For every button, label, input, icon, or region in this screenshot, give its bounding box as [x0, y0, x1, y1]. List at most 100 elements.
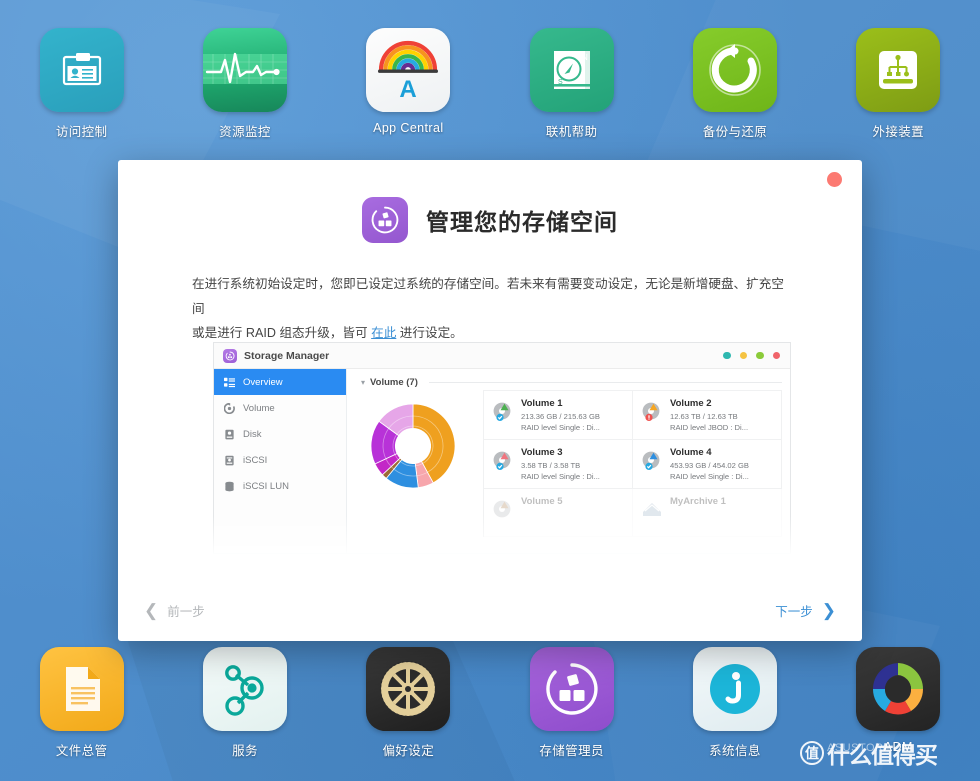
sm-title-bar: Storage Manager [214, 343, 790, 369]
sm-section-header[interactable]: ▾ Volume (7) [361, 377, 782, 388]
desktop-icon-label: ADM [883, 740, 913, 754]
desktop-icon-external-device[interactable]: 外接装置 [836, 28, 960, 140]
description-line-2-pre: 或是进行 RAID 组态升级，皆可 [192, 326, 372, 341]
access-control-icon [39, 28, 124, 112]
sm-sidebar-item-iscsi-lun[interactable]: iSCSI LUN [214, 473, 346, 499]
desktop-icon-label: 资源监控 [219, 125, 271, 139]
storage-manager-icon [529, 647, 614, 731]
volume-card[interactable]: MyArchive 1 [633, 489, 782, 537]
volume-details: MyArchive 1 [670, 496, 726, 510]
desktop-icon-storage-manager[interactable]: 存储管理员 [510, 647, 634, 759]
external-device-icon [856, 28, 941, 112]
preferences-gear-icon [366, 647, 451, 731]
chevron-up-icon: ▾ [361, 378, 366, 387]
online-help-icon: N S [529, 28, 614, 112]
divider [428, 382, 782, 383]
sm-window-dot[interactable] [723, 351, 731, 360]
volume-details: Volume 3 3.58 TB / 3.58 TB RAID level Sing… [521, 447, 600, 481]
volume-name: Volume 3 [521, 447, 563, 458]
svg-text:A: A [400, 76, 417, 100]
next-step-button[interactable]: 下一步 ❯ [775, 601, 836, 620]
sm-sidebar-item-label: iSCSI LUN [243, 480, 289, 492]
desktop-icon-services[interactable]: 服务 [183, 647, 307, 759]
wizard-header: 管理您的存储空间 [118, 197, 862, 243]
close-icon[interactable] [827, 172, 842, 187]
desktop-icon-label: 访问控制 [55, 125, 108, 139]
volume-raid-level: RAID level Single : Di... [521, 472, 600, 481]
system-information-icon [692, 647, 777, 731]
sm-sidebar-item-label: iSCSI [243, 454, 268, 466]
desktop-icon-online-help[interactable]: N S 联机帮助 [510, 28, 634, 140]
file-explorer-icon [39, 647, 124, 731]
disk-icon [224, 429, 235, 440]
page-title: 管理您的存储空间 [426, 209, 618, 235]
next-step-label: 下一步 [775, 604, 813, 619]
svg-text:N: N [582, 53, 588, 62]
sm-window-dot[interactable] [739, 351, 747, 360]
storage-manager-icon [362, 197, 408, 243]
volume-disk-icon [492, 449, 514, 471]
desktop-icon-access-control[interactable]: 访问控制 [20, 28, 144, 140]
settings-link[interactable]: 在此 [371, 326, 396, 340]
sm-sidebar-item-volume[interactable]: Volume [214, 395, 346, 421]
chevron-right-icon: ❯ [821, 600, 836, 620]
desktop-icon-label: 联机帮助 [545, 125, 598, 139]
sm-window-controls[interactable] [723, 351, 780, 360]
volume-card[interactable]: Volume 2 12.63 TB / 12.63 TB RAID level JB… [633, 391, 782, 440]
desktop-icon-label: 偏好设定 [382, 744, 435, 758]
sm-sidebar: Overview Volume Disk iSCSI iSCSI LUN [214, 369, 347, 553]
volume-name: Volume 4 [670, 447, 712, 458]
volume-name: Volume 1 [521, 398, 563, 409]
sm-sidebar-item-overview[interactable]: Overview [214, 369, 346, 395]
desktop-icon-label: 外接装置 [872, 125, 925, 139]
sm-sidebar-item-iscsi[interactable]: iSCSI [214, 447, 346, 473]
sm-sidebar-item-label: Disk [243, 428, 262, 440]
resource-monitor-icon [202, 28, 287, 112]
volume-name: MyArchive 1 [670, 496, 726, 507]
previous-step-button[interactable]: ❮ 前一步 [144, 601, 205, 620]
sm-window-dot[interactable] [772, 351, 780, 360]
storage-manager-icon [223, 348, 237, 363]
sm-window-title: Storage Manager [244, 349, 330, 362]
previous-step-label: 前一步 [167, 604, 205, 619]
volume-details: Volume 4 453.93 GB / 454.02 GB RAID level … [670, 447, 749, 481]
desktop-icon-label: 服务 [232, 744, 258, 758]
volume-usage-donut-chart [361, 390, 473, 537]
volume-card[interactable]: Volume 1 213.36 GB / 215.63 GB RAID level … [484, 391, 633, 440]
iscsi-lun-icon [224, 481, 235, 492]
volume-details: Volume 1 213.36 GB / 215.63 GB RAID level … [521, 398, 600, 432]
volume-card-grid: Volume 1 213.36 GB / 215.63 GB RAID level … [483, 390, 782, 537]
storage-wizard-dialog: 管理您的存储空间 在进行系统初始设定时，您即已设定过系统的存储空间。若未来有需要… [118, 160, 862, 641]
volume-capacity: 12.63 TB / 12.63 TB [670, 412, 738, 421]
sm-sidebar-item-disk[interactable]: Disk [214, 421, 346, 447]
wizard-footer: ❮ 前一步 下一步 ❯ [118, 579, 862, 641]
volume-card[interactable]: Volume 4 453.93 GB / 454.02 GB RAID level … [633, 440, 782, 489]
desktop-icon-file-explorer[interactable]: 文件总管 [20, 647, 144, 759]
description-line-1: 在进行系统初始设定时，您即已设定过系统的存储空间。若未来有需要变动设定，无论是新… [192, 277, 784, 316]
desktop-icon-adm[interactable]: ADM [836, 647, 960, 754]
volume-card[interactable]: Volume 5 [484, 489, 633, 537]
desktop-icon-label: App Central [373, 121, 444, 135]
desktop-icon-backup-restore[interactable]: 备份与还原 [673, 28, 797, 140]
desktop-icon-row-top: 访问控制 资源监控 A App Central N S 联机帮助 备份与还原 外… [0, 28, 980, 140]
volume-card[interactable]: Volume 3 3.58 TB / 3.58 TB RAID level Sing… [484, 440, 633, 489]
chevron-left-icon: ❮ [144, 600, 159, 620]
description-line-2-post: 进行设定。 [396, 326, 463, 341]
desktop-icon-label: 备份与还原 [702, 125, 768, 139]
volume-capacity: 213.36 GB / 215.63 GB [521, 412, 600, 421]
desktop-icon-system-information[interactable]: 系统信息 [673, 647, 797, 759]
myarchive-icon [641, 498, 663, 520]
desktop-icon-resource-monitor[interactable]: 资源监控 [183, 28, 307, 140]
services-icon [202, 647, 287, 731]
volume-icon [224, 402, 235, 414]
wizard-description: 在进行系统初始设定时，您即已设定过系统的存储空间。若未来有需要变动设定，无论是新… [192, 272, 788, 346]
desktop-icon-preferences[interactable]: 偏好设定 [346, 647, 470, 759]
desktop-icon-label: 存储管理员 [539, 744, 604, 758]
volume-disk-icon [641, 400, 663, 422]
volume-disk-icon [492, 400, 514, 422]
svg-text:S: S [558, 79, 563, 86]
sm-window-dot[interactable] [756, 351, 764, 360]
desktop-icon-app-central[interactable]: A App Central [346, 28, 470, 135]
volume-disk-icon [492, 498, 514, 520]
desktop: 访问控制 资源监控 A App Central N S 联机帮助 备份与还原 外… [0, 0, 980, 781]
